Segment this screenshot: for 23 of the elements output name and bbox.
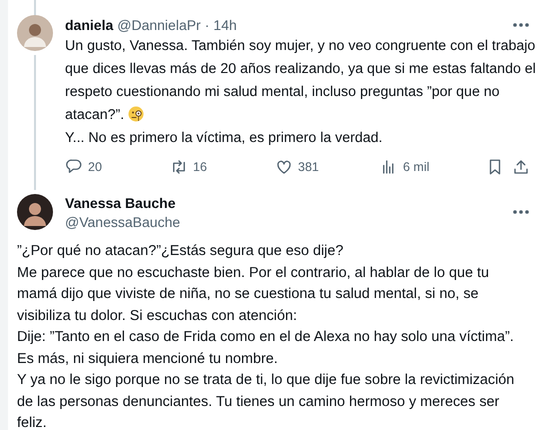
tweet-text: Y ya no le sigo porque no se trata de ti, lo que dije fue sobre la revictimización de las personas denunciantes. Tu tienes un camino hermoso y mereces ser feliz. [17, 372, 514, 430]
user-handle[interactable]: @DannielaPr [117, 16, 201, 34]
like-count: 381 [298, 160, 319, 174]
user-name[interactable]: Vanessa Bauche [65, 192, 180, 212]
share-icon[interactable] [512, 158, 530, 176]
reply-count: 20 [88, 160, 102, 174]
user-name[interactable]: daniela [65, 16, 114, 34]
view-count: 6 mil [403, 160, 430, 174]
tweet-text: Un gusto, Vanessa. También soy mujer, y no veo congruente con el trabajo que dices llevas más de 20 años realizando, ya que si me estas faltando el respeto cuestionando mi salud mental, incluso preguntas ”por que no atacan?”. [65, 38, 536, 123]
tweet-text: Y... No es primero la víctima, es primero la verdad. [65, 130, 382, 146]
more-icon[interactable] [512, 22, 530, 28]
reply-icon[interactable] [65, 158, 83, 176]
tweet-text: ”¿Por qué no atacan?”¿Estás segura que eso dije? [17, 243, 344, 259]
heart-icon[interactable] [275, 158, 293, 176]
more-icon[interactable] [512, 209, 530, 215]
repost-count: 16 [193, 160, 207, 174]
tweet-text: Me parece que no escuchaste bien. Por el contrario, al hablar de lo que tu mamá dijo que viviste de niña, no se cuestiona tu salud mental, si no, se visibiliza tu dolor. Si escuchas con atención: [17, 264, 489, 324]
avatar[interactable] [17, 194, 53, 230]
separator-dot: · [204, 16, 210, 34]
timestamp[interactable]: 14h [213, 16, 237, 34]
repost-icon[interactable] [170, 158, 188, 176]
tweet-text: Dije: ”Tanto en el caso de Frida como en el de Alexa no hay solo una víctima”. Es más, ni siquiera mencioné tu nombre. [17, 329, 514, 366]
user-handle[interactable]: @VanessaBauche [65, 212, 180, 232]
